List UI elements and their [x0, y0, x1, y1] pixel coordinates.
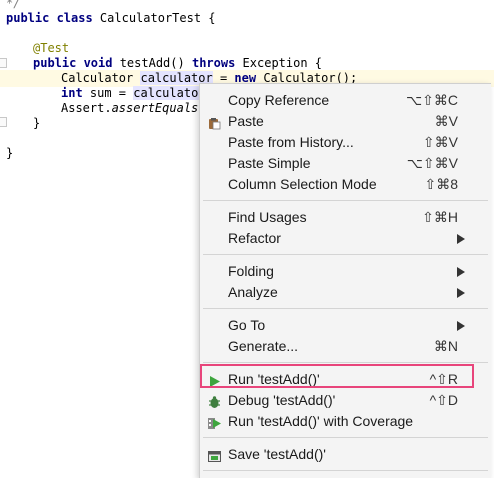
context-menu: Copy Reference ⌥⇧⌘C Paste ⌘V Paste from … — [199, 83, 491, 478]
submenu-arrow-icon — [457, 288, 465, 298]
menu-separator — [203, 254, 488, 255]
menu-separator — [203, 470, 488, 471]
menu-separator — [203, 200, 488, 201]
code-line: Assert.assertEquals( — [61, 101, 206, 115]
code-line: } — [33, 116, 41, 130]
menu-item-copy-reference[interactable]: Copy Reference ⌥⇧⌘C — [200, 90, 491, 111]
fold-marker[interactable] — [0, 117, 7, 127]
menu-separator — [203, 437, 488, 438]
menu-item-save-testadd[interactable]: Save 'testAdd()' — [200, 444, 491, 465]
menu-item-debug-testadd[interactable]: Debug 'testAdd()' ^⇧D — [200, 390, 491, 411]
clipboard-icon — [208, 115, 221, 130]
submenu-arrow-icon — [457, 234, 465, 244]
menu-item-generate[interactable]: Generate... ⌘N — [200, 336, 491, 357]
menu-item-column-selection-mode[interactable]: Column Selection Mode ⇧⌘8 — [200, 174, 491, 195]
menu-item-run-with-coverage[interactable]: Run 'testAdd()' with Coverage — [200, 411, 491, 432]
run-item-highlight-box — [200, 364, 474, 388]
submenu-arrow-icon — [457, 321, 465, 331]
menu-item-paste[interactable]: Paste ⌘V — [200, 111, 491, 132]
save-config-icon — [208, 448, 221, 462]
menu-item-paste-from-history[interactable]: Paste from History... ⇧⌘V — [200, 132, 491, 153]
menu-item-analyze[interactable]: Analyze — [200, 282, 491, 303]
menu-separator — [203, 362, 488, 363]
menu-item-paste-simple[interactable]: Paste Simple ⌥⇧⌘V — [200, 153, 491, 174]
menu-item-refactor[interactable]: Refactor — [200, 228, 491, 249]
coverage-icon — [208, 415, 221, 429]
code-line: public class CalculatorTest { — [6, 11, 216, 25]
menu-separator — [203, 308, 488, 309]
fold-marker[interactable] — [0, 58, 7, 68]
menu-item-find-usages[interactable]: Find Usages ⇧⌘H — [200, 207, 491, 228]
menu-item-go-to[interactable]: Go To — [200, 315, 491, 336]
debug-icon — [208, 394, 221, 408]
code-line: } — [6, 146, 14, 160]
menu-item-folding[interactable]: Folding — [200, 261, 491, 282]
submenu-arrow-icon — [457, 267, 465, 277]
